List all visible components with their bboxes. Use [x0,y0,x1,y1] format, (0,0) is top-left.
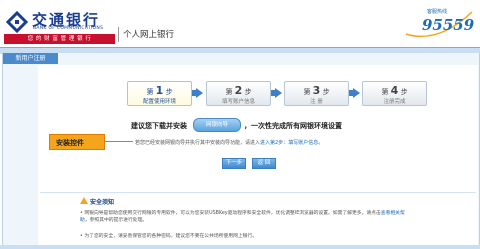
arrow-right-icon [275,88,282,98]
hotline-label: 客服热线 [427,9,448,15]
download-wizard-button[interactable]: 网银向导 [193,118,241,132]
step-1: 第 1 步 配置使用环境 [127,81,192,106]
arrow-right-icon [196,88,203,98]
note-text: 若您已经安装网银向导并执行其中安装向导功能，请进入进入第2步：填写账户信息。 [135,140,324,146]
step-label: 注 册 [310,99,323,105]
recommend-text: 建议您下载并安装 [131,122,187,130]
security-bullet-1: • 网银向导是帮助您使用交行网银的专用软件，可以为您安装USBKey驱动程序和安… [80,211,405,223]
page-title: 个人网上银行 [123,30,175,40]
security-bullet-2: • 为了您的安全，请妥善保管您的各种密码，建议您不要在公共场所使用网上银行。 [80,234,258,239]
bank-name-en: BANK OF COMMUNICATIONS [33,26,104,31]
step-2: 第 2 步 填写账户信息 [206,81,271,106]
step-4: 第 4 步 注册完成 [362,81,427,106]
hotline-number: 95559 [422,16,475,34]
section-divider [40,192,476,193]
step-label: 配置使用环境 [142,99,176,105]
bank-logo-icon [6,11,28,33]
arrow-right-icon [353,88,360,98]
header-divider [118,27,119,42]
go-to-step2-link[interactable]: 进入第2步：填写账户信息 [260,140,318,146]
warning-icon [80,197,88,204]
bottom-bar [0,245,480,249]
step-label: 注册完成 [383,99,406,105]
callout-pointer-line [105,141,133,142]
back-button[interactable]: 返 回 [252,158,276,169]
step-3: 第 3 步 注 册 [284,81,349,106]
next-button[interactable]: 下一步 [222,158,246,169]
step-label: 填写账户信息 [221,99,255,105]
security-title: 安全须知 [90,199,115,206]
recommend-suffix: ，一次性完成所有网银环境设置 [244,122,342,130]
slogan-banner: 您 的 财 富 管 理 银 行 [4,34,115,44]
tab-new-user-registration[interactable]: 新用户注册 [3,53,58,64]
install-control-callout: 安装控件 [49,134,105,150]
